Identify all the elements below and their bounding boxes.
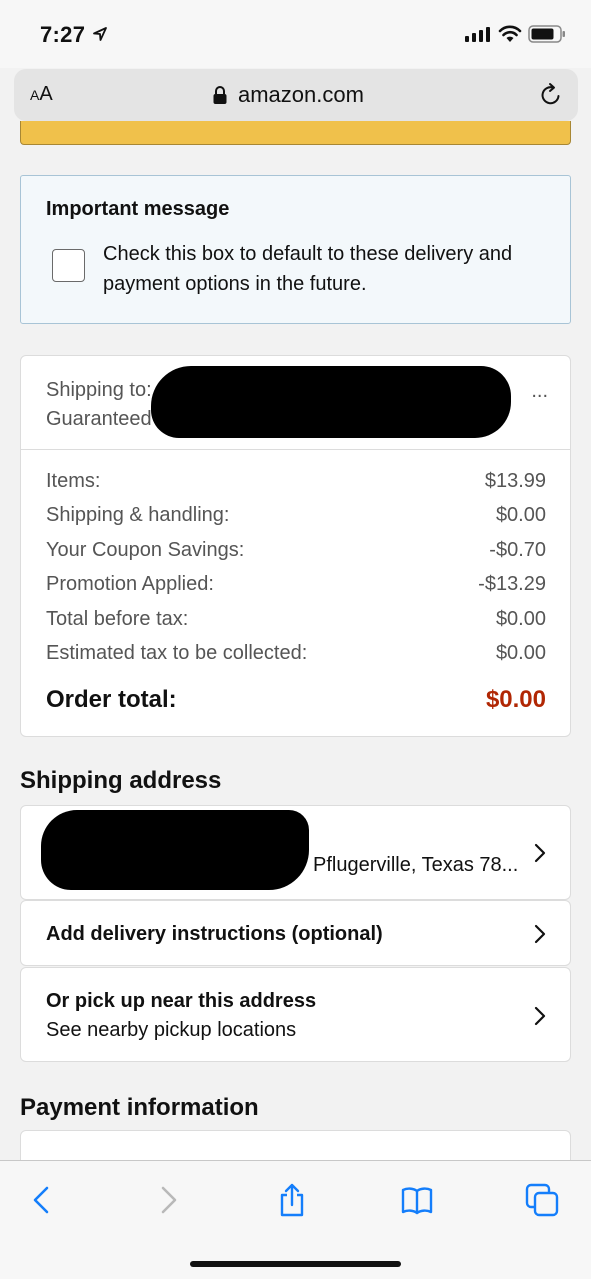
payment-method-card[interactable]: [20, 1130, 571, 1160]
delivery-instructions-card[interactable]: Add delivery instructions (optional): [20, 900, 571, 966]
address-bar[interactable]: AA amazon.com: [14, 69, 578, 121]
back-icon[interactable]: [26, 1183, 60, 1217]
url-domain[interactable]: amazon.com: [238, 82, 364, 108]
shipping-to-label: Shipping to:: [46, 379, 152, 401]
summary-row-tax: Estimated tax to be collected: $0.00: [46, 641, 546, 664]
chevron-right-icon: [534, 924, 546, 944]
wifi-icon: [498, 25, 522, 42]
delivery-instructions-label: Add delivery instructions (optional): [46, 923, 383, 945]
location-arrow-icon: [93, 27, 107, 41]
status-bar: 7:27: [0, 0, 591, 68]
chevron-right-icon: [534, 843, 546, 863]
clock-time: 7:27: [40, 22, 86, 47]
chevron-right-icon: [534, 1006, 546, 1026]
summary-row-promotion: Promotion Applied: -$13.29: [46, 573, 546, 596]
order-summary-card: Shipping to: Guaranteed ... Items: $13.99…: [20, 355, 571, 737]
order-total-label: Order total:: [46, 686, 177, 713]
redaction-mark: [151, 366, 511, 438]
page-content: Important message Check this box to defa…: [0, 121, 591, 1160]
important-message-box: Important message Check this box to defa…: [20, 175, 571, 324]
bookmarks-icon[interactable]: [400, 1183, 434, 1217]
important-message-title: Important message: [46, 198, 230, 220]
summary-row-before-tax: Total before tax: $0.00: [46, 607, 546, 630]
pickup-subtitle: See nearby pickup locations: [46, 1019, 297, 1041]
battery-icon: [528, 25, 565, 43]
shipping-to-info: Shipping to: Guaranteed: [46, 376, 152, 434]
order-total-row: Order total: $0.00: [46, 686, 546, 714]
forward-icon[interactable]: [150, 1183, 184, 1217]
pickup-title: Or pick up near this address: [46, 990, 317, 1012]
share-icon[interactable]: [275, 1183, 309, 1217]
text-size-button[interactable]: AA: [30, 83, 53, 106]
divider: [21, 449, 570, 450]
guaranteed-delivery-label: Guaranteed: [46, 408, 152, 430]
lock-icon: [213, 86, 227, 104]
place-order-button[interactable]: [20, 121, 571, 145]
summary-row-items: Items: $13.99: [46, 470, 546, 492]
payment-information-heading: Payment information: [20, 1094, 259, 1121]
shipping-address-heading: Shipping address: [20, 767, 222, 794]
summary-row-coupon: Your Coupon Savings: -$0.70: [46, 538, 546, 561]
shipping-ellipsis: ...: [531, 380, 548, 402]
summary-row-shipping: Shipping & handling: $0.00: [46, 504, 546, 527]
cellular-signal-icon: [465, 27, 490, 42]
pickup-locations-card[interactable]: Or pick up near this address See nearby …: [20, 967, 571, 1062]
redaction-mark: [41, 810, 309, 890]
reload-icon[interactable]: [538, 82, 564, 108]
order-total-value: $0.00: [485, 686, 546, 713]
shipping-address-card[interactable]: Pflugerville, Texas 78...: [20, 805, 571, 900]
home-indicator[interactable]: [190, 1261, 401, 1267]
tabs-icon[interactable]: [525, 1183, 559, 1217]
summary-rows: Items: $13.99 Shipping & handling: $0.00 Y…: [46, 470, 546, 676]
default-options-label[interactable]: Check this box to default to these deliv…: [103, 239, 543, 299]
default-options-checkbox[interactable]: [52, 249, 85, 282]
shipping-address-text: Pflugerville, Texas 78...: [313, 854, 519, 876]
